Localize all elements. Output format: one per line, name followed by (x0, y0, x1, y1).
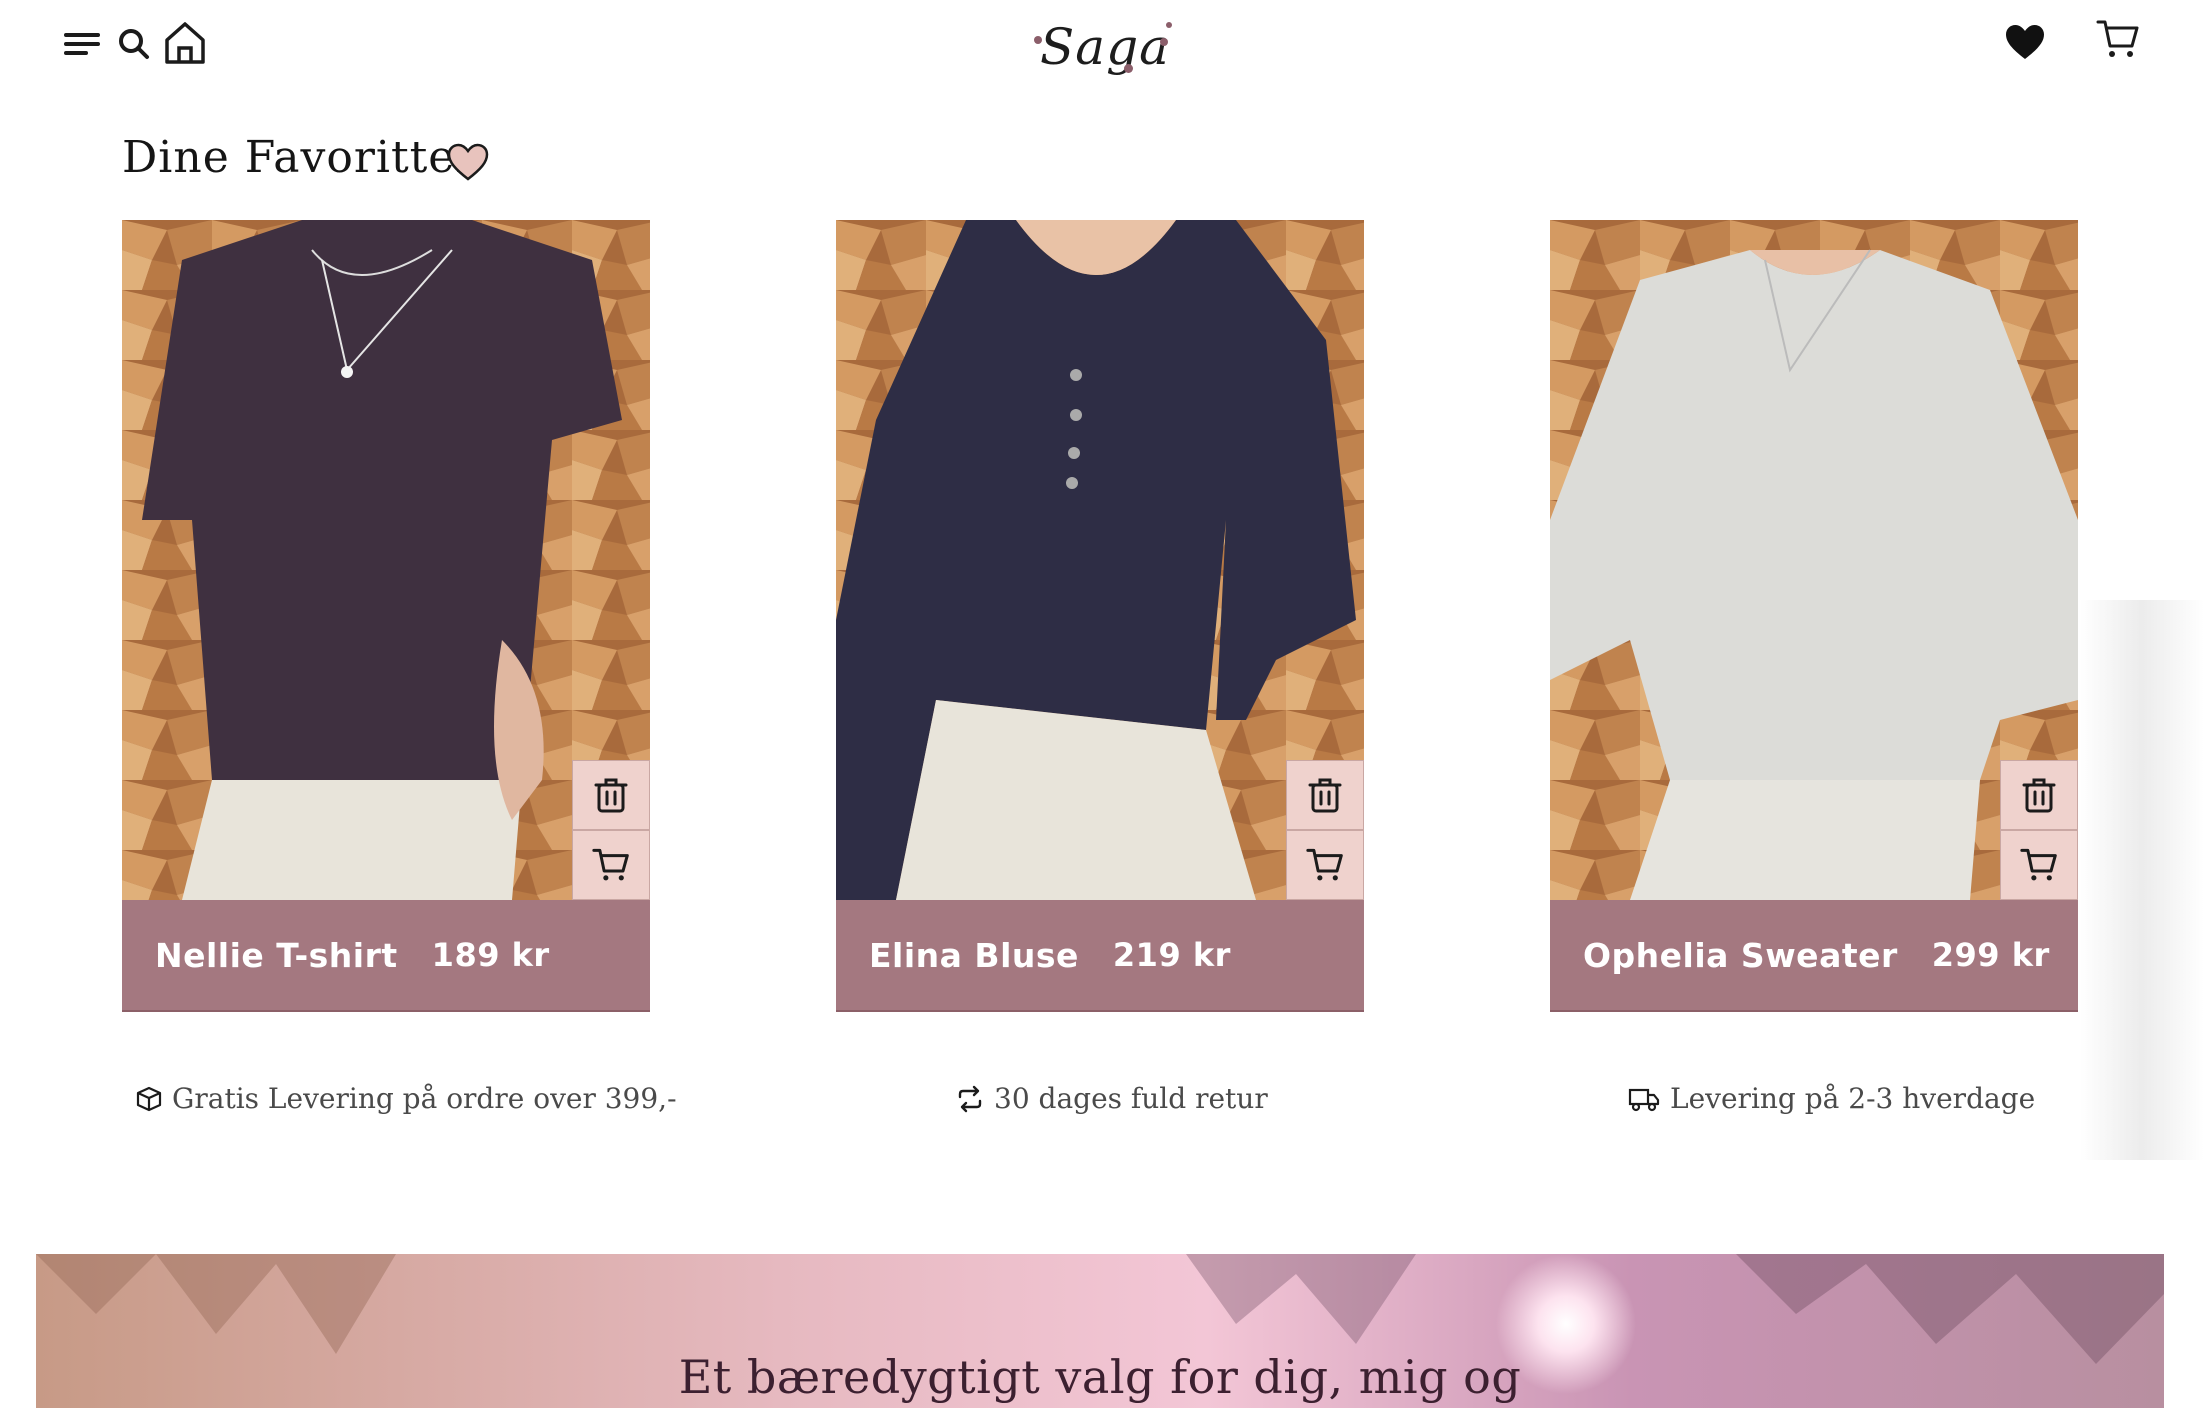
add-to-cart-button[interactable] (2000, 830, 2078, 900)
trash-icon (2022, 778, 2056, 813)
product-name: Nellie T-shirt (155, 935, 398, 975)
banner-heading: Et bæredygtigt valg for dig, mig og (678, 1350, 1522, 1404)
heart-icon (2006, 25, 2044, 59)
trash-icon (594, 778, 628, 813)
menu-button[interactable] (60, 24, 104, 64)
product-caption[interactable]: Elina Bluse 219 kr (836, 900, 1364, 1012)
add-to-cart-button[interactable] (572, 830, 650, 900)
page-title: Dine Favoritter (122, 132, 478, 183)
usp-returns: 30 dages fuld retur (956, 1082, 1268, 1115)
heart-outline-icon (447, 143, 489, 181)
truck-icon (1628, 1088, 1660, 1111)
product-name: Elina Bluse (869, 935, 1079, 975)
menu-icon (64, 33, 100, 55)
cart-icon (592, 848, 629, 881)
usp-free-delivery: Gratis Levering på ordre over 399,- (136, 1082, 677, 1115)
favorites-button[interactable] (2002, 20, 2048, 64)
product-image[interactable] (1550, 220, 2078, 900)
cart-icon (1306, 848, 1343, 881)
remove-favorite-button[interactable] (572, 760, 650, 830)
cart-button[interactable] (2094, 16, 2142, 62)
product-price: 189 kr (431, 936, 550, 974)
product-name: Ophelia Sweater (1583, 935, 1898, 975)
logo[interactable]: Saga (1020, 12, 1200, 82)
search-icon (119, 29, 149, 59)
logo-text: Saga (1040, 18, 1170, 76)
product-card[interactable]: Nellie T-shirt 189 kr (122, 220, 650, 1012)
box-icon (136, 1086, 162, 1111)
add-to-cart-button[interactable] (1286, 830, 1364, 900)
home-button[interactable] (162, 18, 208, 68)
product-caption[interactable]: Nellie T-shirt 189 kr (122, 900, 650, 1012)
return-icon (958, 1085, 982, 1112)
decorative-shadow (2080, 600, 2204, 1160)
product-price: 299 kr (1931, 936, 2050, 974)
product-card[interactable]: Elina Bluse 219 kr (836, 220, 1364, 1012)
remove-favorite-button[interactable] (1286, 760, 1364, 830)
cart-icon (2096, 20, 2139, 57)
hero-banner: Et bæredygtigt valg for dig, mig og (36, 1254, 2164, 1408)
product-price: 219 kr (1112, 936, 1231, 974)
product-caption[interactable]: Ophelia Sweater 299 kr (1550, 900, 2078, 1012)
usp-text: Gratis Levering på ordre over 399,- (172, 1082, 677, 1115)
home-icon (165, 22, 205, 64)
product-image[interactable] (122, 220, 650, 900)
trash-icon (1308, 778, 1342, 813)
product-card[interactable]: Ophelia Sweater 299 kr (1550, 220, 2078, 1012)
search-button[interactable] (114, 24, 154, 64)
usp-delivery-time: Levering på 2-3 hverdage (1628, 1082, 2035, 1115)
remove-favorite-button[interactable] (2000, 760, 2078, 830)
product-image[interactable] (836, 220, 1364, 900)
usp-text: Levering på 2-3 hverdage (1670, 1082, 2036, 1115)
usp-text: 30 dages fuld retur (994, 1082, 1268, 1115)
cart-icon (2020, 848, 2057, 881)
